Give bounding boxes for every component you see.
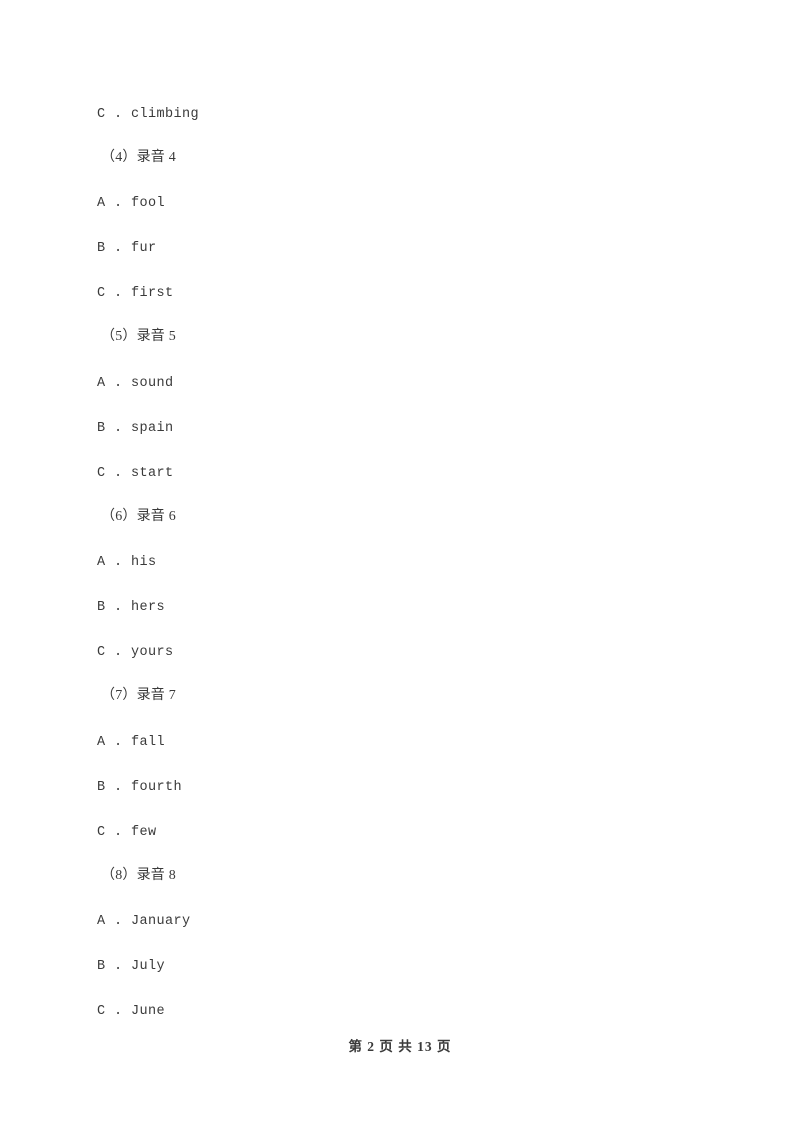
question-heading: （5）录音 5 [101, 329, 176, 344]
answer-option: C . June [97, 1004, 166, 1019]
document-page: C . climbing （4）录音 4 A . fool B . fur C . fi… [0, 0, 800, 1132]
answer-option: C . climbing [97, 107, 200, 122]
answer-option: C . start [97, 466, 174, 481]
question-heading: （4）录音 4 [101, 150, 176, 165]
answer-option: B . July [97, 959, 166, 974]
question-heading: （8）录音 8 [101, 868, 176, 883]
answer-option: B . fourth [97, 780, 183, 795]
answer-option: C . yours [97, 645, 174, 660]
question-heading: （7）录音 7 [101, 688, 176, 703]
answer-option: B . spain [97, 421, 174, 436]
answer-option: A . January [97, 914, 191, 929]
answer-option: C . first [97, 286, 174, 301]
answer-option: A . sound [97, 376, 174, 391]
answer-option: C . few [97, 825, 157, 840]
answer-option: A . fall [97, 735, 166, 750]
question-heading: （6）录音 6 [101, 509, 176, 524]
answer-option: B . fur [97, 241, 157, 256]
answer-option: B . hers [97, 600, 166, 615]
page-footer: 第 2 页 共 13 页 [348, 1039, 452, 1054]
answer-option: A . his [97, 555, 157, 570]
answer-option: A . fool [97, 196, 166, 211]
